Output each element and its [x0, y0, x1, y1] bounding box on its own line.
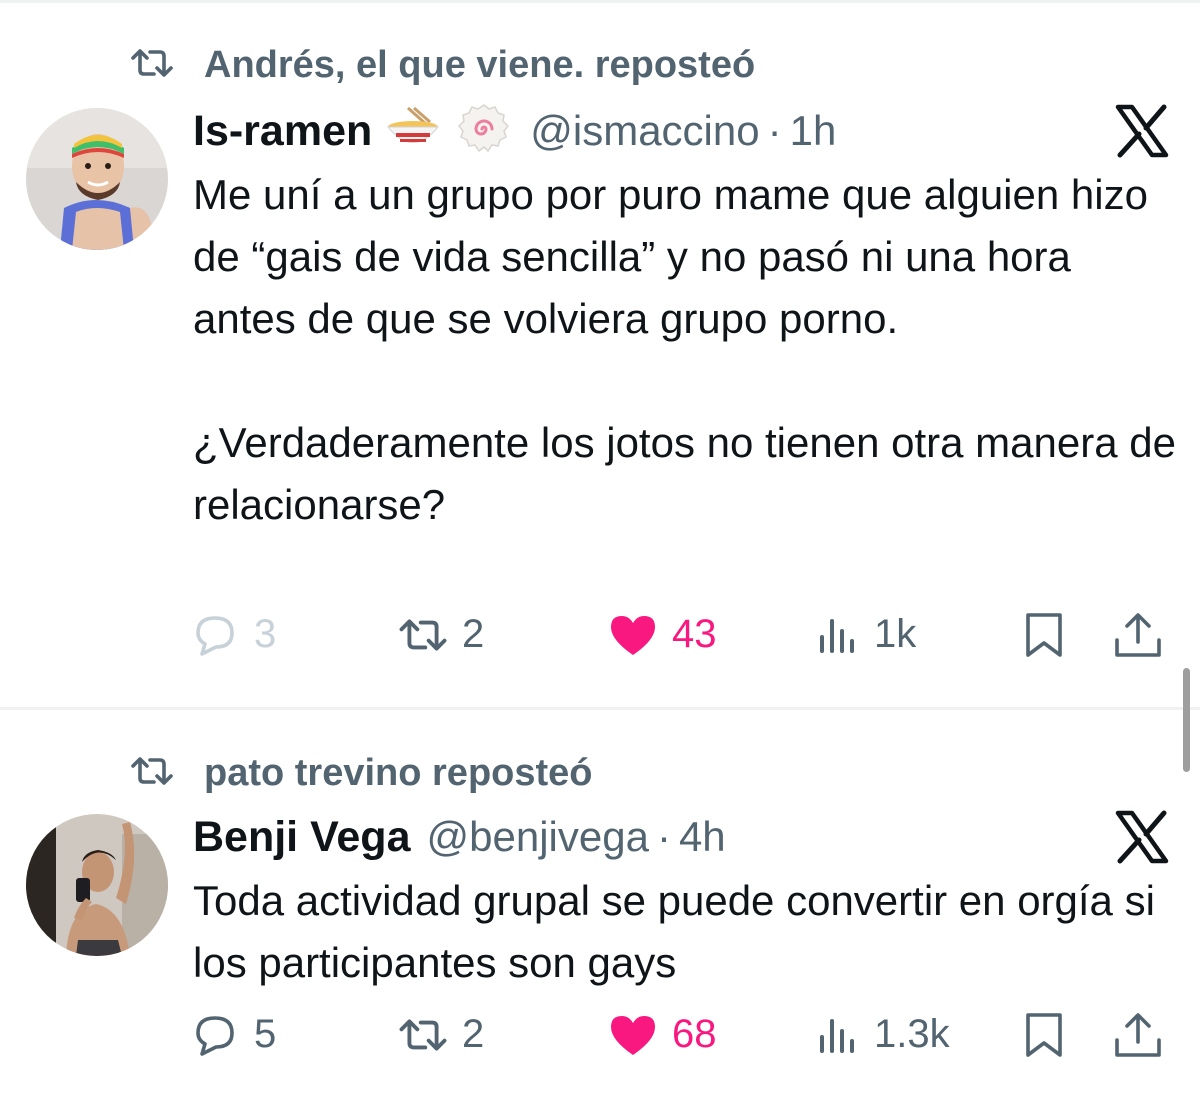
tweet-text: Me uní a un grupo por puro mame que algu… — [193, 164, 1183, 536]
like-count: 43 — [672, 612, 717, 656]
views-count: 1k — [874, 612, 917, 656]
handle[interactable]: @benjivega — [426, 813, 648, 861]
like-button[interactable]: 43 — [608, 612, 717, 657]
scrollbar[interactable] — [1183, 668, 1190, 772]
views-chart-icon — [816, 1015, 860, 1055]
share-button[interactable] — [1112, 612, 1164, 658]
views-chart-icon — [816, 615, 860, 655]
bookmark-button[interactable] — [1022, 1012, 1066, 1058]
heart-icon — [608, 613, 658, 657]
reply-button[interactable]: 5 — [190, 1012, 276, 1057]
tweet-header: Benji Vega @benjivega · 4h — [193, 810, 726, 864]
share-icon — [1112, 612, 1164, 658]
repost-button[interactable]: 2 — [398, 1012, 484, 1057]
display-name[interactable]: Benji Vega — [193, 813, 410, 862]
like-button[interactable]: 68 — [608, 1012, 717, 1057]
repost-icon — [130, 756, 174, 791]
tweet[interactable]: Andrés, el que viene. reposteó Is-ramen — [0, 0, 1200, 707]
action-bar: 5 2 68 1.3k — [190, 1012, 1175, 1072]
avatar[interactable] — [26, 108, 168, 250]
timestamp[interactable]: 1h — [790, 107, 837, 155]
like-count: 68 — [672, 1012, 717, 1056]
separator-dot: · — [767, 107, 782, 154]
share-button[interactable] — [1112, 1012, 1164, 1058]
fish-cake-emoji — [458, 103, 510, 160]
x-logo-icon — [1115, 104, 1169, 158]
views-button[interactable]: 1.3k — [816, 1012, 950, 1057]
bookmark-icon — [1022, 1012, 1066, 1058]
views-count: 1.3k — [874, 1012, 950, 1056]
tweet-paragraph: ¿Verdaderamente los jotos no tienen otra… — [193, 419, 1176, 528]
repost-context[interactable]: Andrés, el que viene. reposteó — [130, 44, 755, 87]
tweet-text: Toda actividad grupal se puede convertir… — [193, 870, 1183, 994]
x-logo-icon — [1115, 810, 1169, 864]
bookmark-icon — [1022, 612, 1066, 658]
views-button[interactable]: 1k — [816, 612, 916, 657]
repost-label: pato trevino reposteó — [204, 752, 593, 794]
repost-label: Andrés, el que viene. reposteó — [204, 44, 756, 86]
reply-icon — [190, 613, 240, 657]
separator-dot: · — [656, 813, 671, 860]
repost-icon — [398, 1018, 448, 1052]
tweet-paragraph: Me uní a un grupo por puro mame que algu… — [193, 171, 1148, 342]
repost-icon — [130, 48, 174, 83]
action-bar: 3 2 43 1k — [190, 612, 1175, 672]
avatar[interactable] — [26, 814, 168, 956]
repost-count: 2 — [462, 1012, 485, 1056]
repost-context[interactable]: pato trevino reposteó — [130, 752, 593, 795]
repost-icon — [398, 618, 448, 652]
repost-button[interactable]: 2 — [398, 612, 484, 657]
timestamp[interactable]: 4h — [679, 813, 726, 861]
reply-button[interactable]: 3 — [190, 612, 276, 657]
reply-icon — [190, 1013, 240, 1057]
handle[interactable]: @ismaccino — [530, 107, 759, 155]
tweet-header: Is-ramen @ismaccino · 1h — [193, 103, 837, 160]
tweet-paragraph: Toda actividad grupal se puede convertir… — [193, 877, 1155, 986]
tweet[interactable]: pato trevino reposteó Benji Vega @benjiv… — [0, 710, 1200, 1110]
heart-icon — [608, 1013, 658, 1057]
reply-count: 5 — [254, 1012, 277, 1056]
ramen-bowl-emoji — [386, 106, 440, 157]
repost-count: 2 — [462, 612, 485, 656]
bookmark-button[interactable] — [1022, 612, 1066, 658]
display-name[interactable]: Is-ramen — [193, 107, 372, 156]
reply-count: 3 — [254, 612, 277, 656]
share-icon — [1112, 1012, 1164, 1058]
